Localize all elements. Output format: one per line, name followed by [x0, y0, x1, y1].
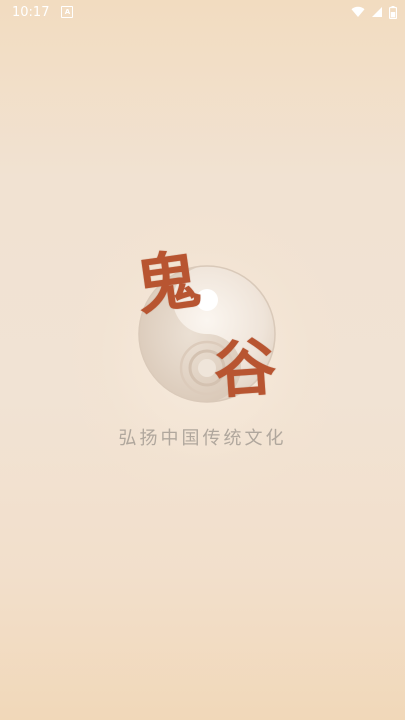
wifi-icon [351, 6, 365, 18]
battery-icon [389, 5, 397, 19]
status-left: 10:17 A [12, 4, 74, 20]
status-bar: 10:17 A [0, 0, 405, 24]
status-time: 10:17 [12, 4, 50, 20]
app-logo: 鬼 谷 [130, 241, 300, 415]
slogan-text: 弘扬中国传统文化 [118, 428, 287, 449]
notification-icon: A [61, 6, 74, 18]
notification-glyph: A [64, 7, 71, 16]
logo-character-gui: 鬼 [131, 241, 205, 326]
status-right [351, 5, 397, 19]
logo-character-gu: 谷 [211, 329, 279, 408]
signal-icon [372, 7, 382, 17]
